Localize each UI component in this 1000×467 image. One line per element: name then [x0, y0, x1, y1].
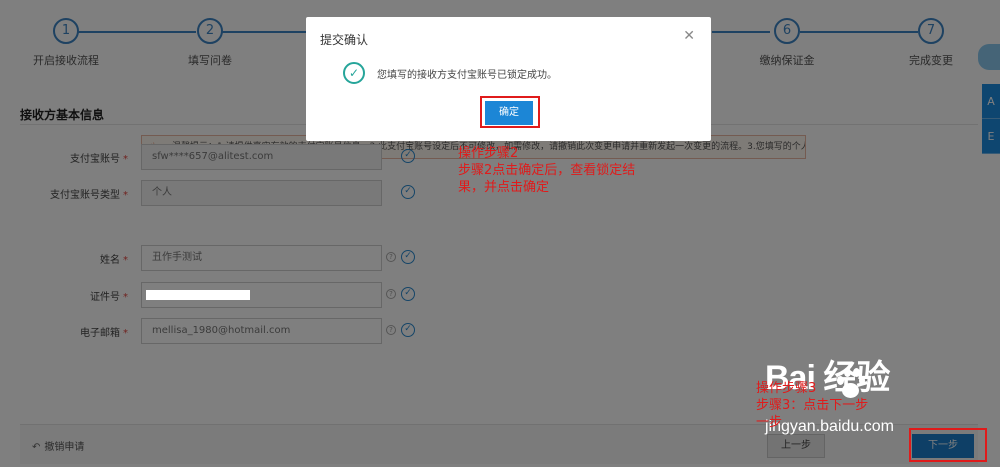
close-icon[interactable]: ✕ [683, 29, 695, 43]
highlight-next [909, 428, 987, 462]
annotation-step2: 操作步骤2 步骤2点击确定后，查看锁定结 果，并点击确定 [458, 146, 636, 195]
dialog-message: 您填写的接收方支付宝账号已锁定成功。 [377, 70, 557, 81]
highlight-confirm [480, 96, 540, 128]
success-check-icon: ✓ [343, 62, 365, 84]
annotation-step3: 操作步骤3 步骤3：点击下一步 一步 [756, 381, 869, 430]
redaction-bar [146, 290, 250, 300]
dialog-title: 提交确认 [320, 33, 369, 47]
